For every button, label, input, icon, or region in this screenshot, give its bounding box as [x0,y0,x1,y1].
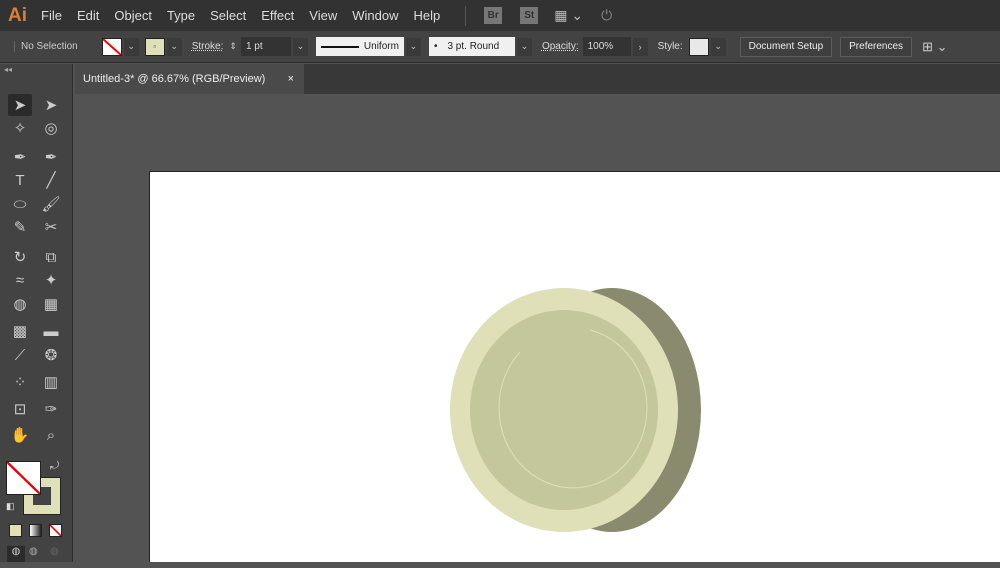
opacity-label[interactable]: Opacity: [542,41,579,52]
color-mode-button[interactable] [9,524,22,537]
blend-tool-icon[interactable]: ❂ [39,344,63,366]
draw-normal-icon[interactable]: ◍ [7,546,25,562]
workspace-icon[interactable]: ▦ ⌄ [554,7,583,24]
shape-builder-tool-icon[interactable]: ◍ [8,293,32,315]
menu-file[interactable]: File [41,8,62,23]
bridge-icon[interactable]: Br [484,7,503,24]
stroke-stepper-icon[interactable]: ⇕ [229,41,237,52]
divider [465,5,467,26]
symbol-sprayer-tool-icon[interactable]: ⁘ [8,371,32,393]
tools-panel: ◂◂ ➤ ➤ ✧ ◎ ✒ ✒ T ╱ ⬭ 🖌 ✎ ✂ ↻ ⧉ ≈ ✦ ◍ ▦ ▩ ▬ ⟋ ❂ ⁘ ▥ ⊡ ✑ ✋ ⌕ ⤾ ◧ ◍ ◍ … [0,64,73,562]
preferences-button[interactable]: Preferences [840,36,913,57]
document-setup-button[interactable]: Document Setup [739,36,833,57]
variable-width-profile[interactable]: Uniform [315,37,404,56]
slice-tool-icon[interactable]: ✑ [39,398,63,420]
coin-inner[interactable] [470,310,658,510]
puppet-warp-tool-icon[interactable]: ✦ [39,269,63,291]
ellipse-tool-icon[interactable]: ⬭ [8,193,32,215]
selection-tool-icon[interactable]: ➤ [8,94,32,116]
type-tool-icon[interactable]: T [8,169,32,191]
menu-edit[interactable]: Edit [77,8,99,23]
chevron-down-icon[interactable]: ⌄ [405,37,421,56]
lasso-tool-icon[interactable]: ◎ [39,117,63,139]
menu-view[interactable]: View [309,8,337,23]
swap-icon[interactable]: ⤾ [50,460,59,473]
menu-object[interactable]: Object [114,8,152,23]
tab-title: Untitled-3* @ 66.67% (RGB/Preview) [83,73,266,85]
chevron-down-icon[interactable]: ⌄ [292,37,308,56]
stroke-weight-input[interactable]: 1 pt [240,37,291,56]
pen-tool-icon[interactable]: ✒ [8,146,32,168]
style-swatch[interactable] [688,37,709,56]
artwork [450,288,701,532]
chevron-down-icon[interactable]: ⌄ [516,37,532,56]
chevron-down-icon[interactable]: ⌄ [166,37,182,56]
paintbrush-tool-icon[interactable]: 🖌 [39,193,63,215]
direct-selection-tool-icon[interactable]: ➤ [39,94,63,116]
selection-status: No Selection [14,41,78,52]
chevron-down-icon[interactable]: ⌄ [123,37,139,56]
close-icon[interactable]: × [288,73,294,85]
control-bar: No Selection ⌄ ▫ ⌄ Stroke: ⇕ 1 pt ⌄ Unif… [0,31,1000,63]
opacity-input[interactable]: 100% [582,37,631,56]
menu-effect[interactable]: Effect [261,8,294,23]
gradient-mode-button[interactable] [29,524,42,537]
shaper-tool-icon[interactable]: ✎ [8,216,32,238]
scale-tool-icon[interactable]: ⧉ [39,246,63,268]
menu-bar: Ai File Edit Object Type Select Effect V… [0,0,1000,31]
brush-label: 3 pt. Round [447,41,500,52]
warp-tool-icon[interactable]: ≈ [8,269,32,291]
menu-help[interactable]: Help [413,8,440,23]
brush-definition[interactable]: • 3 pt. Round [428,37,515,56]
chevron-right-icon[interactable]: › [632,37,648,56]
zoom-tool-icon[interactable]: ⌕ [39,424,63,446]
menu-type[interactable]: Type [167,8,195,23]
tab-document[interactable]: Untitled-3* @ 66.67% (RGB/Preview) × [75,64,304,94]
gradient-tool-icon[interactable]: ▬ [39,320,63,342]
perspective-grid-tool-icon[interactable]: ▦ [39,293,63,315]
eyedropper-tool-icon[interactable]: ⟋ [8,344,32,366]
arrange-documents-icon[interactable]: ⊞ ⌄ [922,39,947,55]
profile-label: Uniform [363,41,399,52]
none-mode-button[interactable] [49,524,62,537]
draw-inside-icon[interactable]: ◍ [50,546,59,557]
column-graph-tool-icon[interactable]: ▥ [39,371,63,393]
mesh-tool-icon[interactable]: ▩ [8,320,32,342]
curvature-tool-icon[interactable]: ✒ [39,146,63,168]
sync-icon[interactable]: ⏻ [601,7,612,24]
stock-icon[interactable]: St [520,7,539,24]
fill-color-box[interactable] [6,461,41,495]
artboard[interactable] [149,171,1000,562]
stroke-label[interactable]: Stroke: [192,41,224,52]
artboard-tool-icon[interactable]: ⊡ [8,398,32,420]
rotate-tool-icon[interactable]: ↻ [8,246,32,268]
line-tool-icon[interactable]: ╱ [39,169,63,191]
draw-behind-icon[interactable]: ◍ [29,546,38,557]
magic-wand-tool-icon[interactable]: ✧ [8,117,32,139]
fill-swatch[interactable] [101,37,122,56]
chevron-down-icon[interactable]: ⌄ [710,37,726,56]
scissors-tool-icon[interactable]: ✂ [39,216,63,238]
menu-select[interactable]: Select [210,8,246,23]
menu-window[interactable]: Window [352,8,398,23]
style-label: Style: [657,41,683,52]
hand-tool-icon[interactable]: ✋ [8,424,32,446]
collapse-icon[interactable]: ◂◂ [4,65,12,74]
app-logo: Ai [8,4,27,26]
stroke-swatch[interactable]: ▫ [144,37,165,56]
default-colors-icon[interactable]: ◧ [6,501,15,512]
document-tabs: Untitled-3* @ 66.67% (RGB/Preview) × [75,64,1000,94]
